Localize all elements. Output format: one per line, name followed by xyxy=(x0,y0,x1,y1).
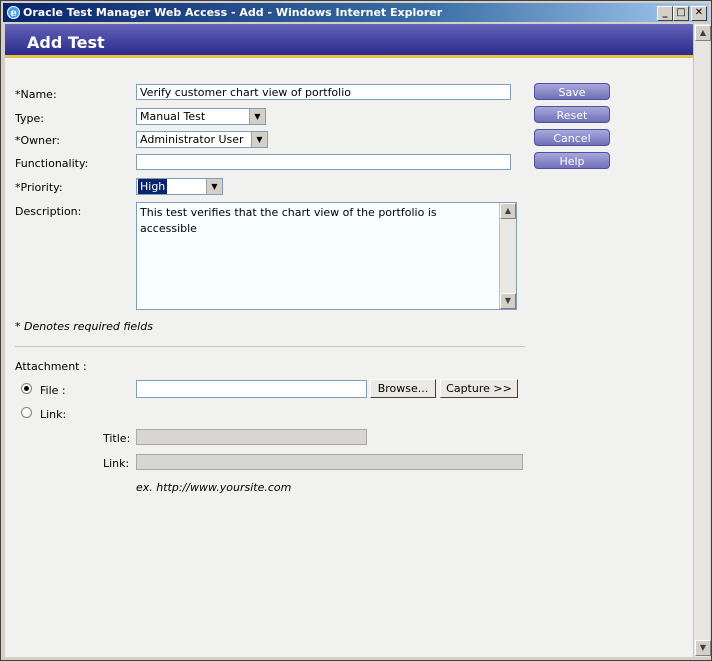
svg-text:e: e xyxy=(10,8,16,19)
link-url-label: Link: xyxy=(103,457,130,470)
description-textarea[interactable]: This test verifies that the chart view o… xyxy=(136,202,517,310)
link-label: Link: xyxy=(40,408,67,421)
title-bar: e Oracle Test Manager Web Access - Add -… xyxy=(3,3,709,22)
page-title: Add Test xyxy=(27,33,105,52)
scroll-down-icon[interactable]: ▼ xyxy=(695,640,711,656)
type-select-value: Manual Test xyxy=(140,110,206,123)
help-button[interactable]: Help xyxy=(534,152,610,169)
chevron-down-icon: ▼ xyxy=(249,109,265,124)
link-title-input xyxy=(136,429,367,445)
type-label: Type: xyxy=(15,112,44,125)
browser-window: e Oracle Test Manager Web Access - Add -… xyxy=(0,0,712,661)
type-select[interactable]: Manual Test ▼ xyxy=(136,108,266,125)
page-content: Add Test *Name: Type: *Owner: Functional… xyxy=(5,24,693,657)
owner-select[interactable]: Administrator User ▼ xyxy=(136,131,268,148)
name-input[interactable]: Verify customer chart view of portfolio xyxy=(136,84,511,100)
scroll-down-icon[interactable]: ▼ xyxy=(500,293,516,309)
textarea-scrollbar[interactable]: ▲ ▼ xyxy=(499,203,516,309)
description-label: Description: xyxy=(15,205,82,218)
browse-button[interactable]: Browse... xyxy=(370,379,436,398)
reset-button[interactable]: Reset xyxy=(534,106,610,123)
file-radio[interactable] xyxy=(21,383,32,394)
chevron-down-icon: ▼ xyxy=(251,132,267,147)
maximize-button[interactable]: □ xyxy=(673,6,689,21)
internet-explorer-icon: e xyxy=(7,6,20,19)
link-example: ex. http://www.yoursite.com xyxy=(136,481,292,494)
page-scrollbar[interactable]: ▲ ▼ xyxy=(693,24,711,657)
page-header: Add Test xyxy=(5,24,693,58)
file-label: File : xyxy=(40,384,66,397)
minimize-button[interactable]: _ xyxy=(657,6,673,21)
functionality-input[interactable] xyxy=(136,154,511,170)
cancel-button[interactable]: Cancel xyxy=(534,129,610,146)
title-label: Title: xyxy=(103,432,131,445)
owner-select-value: Administrator User xyxy=(140,133,244,146)
scroll-up-icon[interactable]: ▲ xyxy=(695,25,711,41)
attachment-label: Attachment : xyxy=(15,360,87,373)
functionality-label: Functionality: xyxy=(15,157,89,170)
priority-select-value: High xyxy=(138,179,168,194)
file-path-input[interactable] xyxy=(136,380,367,398)
link-radio[interactable] xyxy=(21,407,32,418)
priority-select[interactable]: High ▼ xyxy=(136,178,223,195)
chevron-down-icon: ▼ xyxy=(206,179,222,194)
section-divider xyxy=(15,346,525,347)
save-button[interactable]: Save xyxy=(534,83,610,100)
radio-selected-dot xyxy=(24,386,29,391)
capture-button[interactable]: Capture >> xyxy=(440,379,518,398)
scroll-up-icon[interactable]: ▲ xyxy=(500,203,516,219)
window-title: Oracle Test Manager Web Access - Add - W… xyxy=(23,6,443,19)
close-button[interactable]: ✕ xyxy=(691,6,707,21)
name-label: *Name: xyxy=(15,88,57,101)
priority-label: *Priority: xyxy=(15,181,63,194)
owner-label: *Owner: xyxy=(15,134,60,147)
description-text: This test verifies that the chart view o… xyxy=(140,206,437,235)
required-note: * Denotes required fields xyxy=(15,320,153,333)
link-url-input xyxy=(136,454,523,470)
